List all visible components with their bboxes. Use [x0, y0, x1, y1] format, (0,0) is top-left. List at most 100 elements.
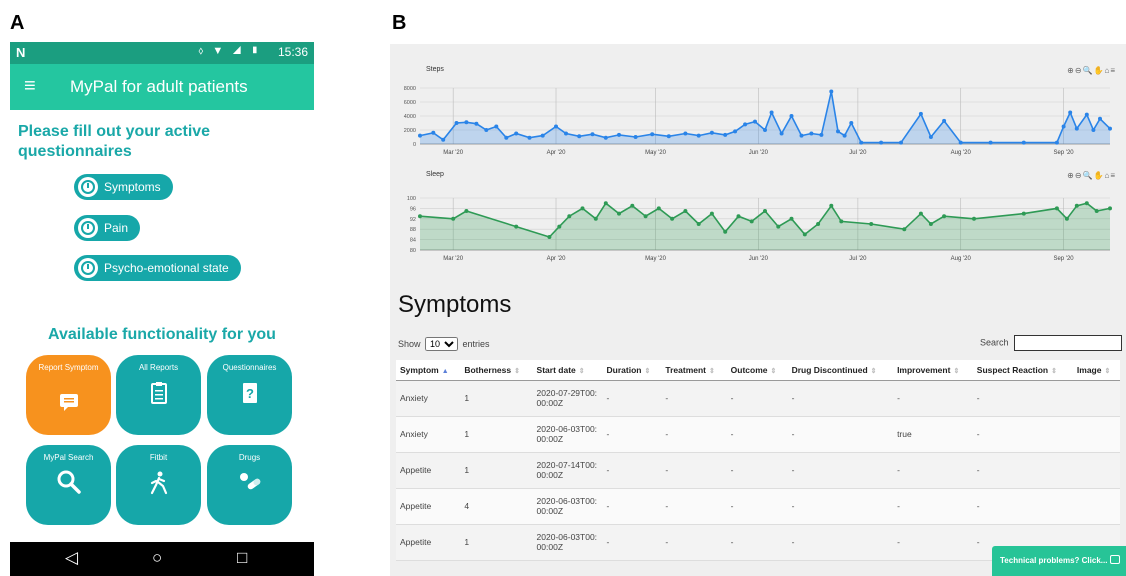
report-symptom-tile[interactable]: Report Symptom: [26, 355, 111, 435]
y-tick-label: 92: [410, 217, 416, 223]
data-point: [799, 133, 804, 138]
table-cell: 2020-06-03T00:00:00Z: [532, 524, 603, 561]
column-header[interactable]: Improvement ⇕: [893, 360, 973, 381]
functionality-heading: Available functionality for you: [48, 326, 276, 343]
y-tick-label: 6000: [404, 100, 416, 106]
data-point: [942, 214, 947, 219]
table-cell: 2020-06-03T00:00:00Z: [532, 416, 603, 453]
show-suffix: entries: [462, 339, 490, 349]
data-point: [918, 111, 923, 116]
column-header[interactable]: Outcome ⇕: [726, 360, 788, 381]
question-book-icon: ?: [207, 381, 292, 411]
mypal-search-tile[interactable]: MyPal Search: [26, 445, 111, 525]
column-header-label: Symptom: [400, 364, 439, 375]
table-row[interactable]: Anxiety 1 2020-06-03T00:00:00Z - - - - true -: [396, 416, 1120, 453]
data-point: [1108, 126, 1112, 131]
table-cell: -: [661, 452, 727, 489]
fitbit-tile[interactable]: Fitbit: [116, 445, 201, 525]
column-header[interactable]: Botherness ⇕: [460, 360, 533, 381]
drugs-tile[interactable]: Drugs: [207, 445, 292, 525]
table-cell: -: [893, 380, 973, 417]
data-point: [617, 132, 621, 137]
recent-apps-icon[interactable]: □: [237, 548, 247, 568]
column-header[interactable]: Drug Discontinued ⇕: [787, 360, 894, 381]
table-cell: -: [893, 452, 973, 489]
column-header[interactable]: Suspect Reaction ⇕: [972, 360, 1073, 381]
data-point: [454, 121, 459, 125]
x-tick-label: Sep '20: [1053, 256, 1074, 262]
sort-icon: ⇕: [953, 367, 960, 375]
data-point: [1084, 201, 1089, 206]
home-icon[interactable]: ○: [152, 548, 162, 568]
x-tick-label: Mar '20: [443, 256, 463, 262]
table-cell: true: [893, 416, 973, 453]
questionnaires-tile[interactable]: Questionnaires ?: [207, 355, 292, 435]
data-point: [1021, 211, 1026, 216]
column-header[interactable]: Symptom ▲: [396, 360, 461, 381]
walking-icon: [116, 471, 201, 501]
status-bar: N ⬨ ▼ ◢ ▮ 15:36: [10, 42, 314, 64]
data-point: [418, 214, 422, 219]
sleep-chart: 100 96 92 88 84 80 Mar '20 Apr '20 May '20 Jun '2…: [407, 196, 1112, 262]
data-point: [1021, 140, 1026, 145]
steps-chart-title: Steps: [426, 66, 444, 73]
data-point: [789, 216, 794, 221]
x-tick-label: May '20: [645, 150, 666, 156]
data-point: [842, 133, 847, 138]
tile-label: Fitbit: [149, 453, 168, 462]
data-point: [749, 219, 754, 224]
table-cell: 4: [460, 488, 533, 525]
column-header[interactable]: Image ⇕: [1072, 360, 1120, 381]
data-point: [899, 140, 903, 145]
table-cell: -: [602, 452, 662, 489]
table-cell: -: [602, 524, 662, 561]
data-point: [547, 235, 552, 239]
entries-select[interactable]: 10: [425, 337, 459, 351]
data-point: [859, 140, 864, 145]
table-cell: [1072, 452, 1120, 489]
table-row[interactable]: Appetite 1 2020-07-14T00:00:00Z - - - - - -: [396, 452, 1120, 489]
data-point: [1074, 203, 1079, 208]
data-point: [484, 128, 489, 132]
all-reports-tile[interactable]: All Reports: [116, 355, 201, 435]
data-point: [816, 222, 821, 226]
technical-problems-button[interactable]: Technical problems? Click...: [992, 546, 1126, 576]
table-cell: [1072, 488, 1120, 525]
data-point: [557, 224, 562, 229]
back-icon[interactable]: ◁: [65, 548, 78, 568]
data-point: [656, 206, 661, 211]
status-time: 15:36: [277, 45, 308, 59]
table-cell: -: [661, 416, 727, 453]
data-point: [839, 219, 844, 224]
data-point: [666, 134, 671, 139]
table-cell: -: [787, 488, 894, 525]
data-point: [1098, 116, 1102, 121]
table-body: Anxiety 1 2020-07-29T00:00:00Z - - - - - - Anxiet…: [396, 380, 1120, 561]
data-point: [902, 227, 907, 232]
sleep-chart-toolbar[interactable]: ⊕⊖🔍✋⌂≡: [1067, 171, 1116, 180]
column-header[interactable]: Duration ⇕: [602, 360, 662, 381]
sort-icon: ⇕: [770, 367, 777, 375]
column-header[interactable]: Treatment ⇕: [661, 360, 727, 381]
panel-label-a: A: [10, 12, 25, 34]
svg-text:?: ?: [246, 386, 254, 401]
hamburger-icon[interactable]: ≡: [24, 76, 36, 96]
data-point: [696, 133, 701, 138]
carrier-icon: N: [16, 45, 26, 60]
table-row[interactable]: Anxiety 1 2020-07-29T00:00:00Z - - - - - -: [396, 380, 1120, 417]
data-point: [769, 110, 774, 115]
search-input[interactable]: [1014, 335, 1123, 351]
symptoms-title: Symptoms: [398, 291, 512, 318]
table-row[interactable]: Appetite 4 2020-06-03T00:00:00Z - - - - - -: [396, 488, 1120, 525]
column-header-label: Treatment: [665, 364, 706, 375]
data-point: [958, 140, 963, 145]
table-cell: -: [661, 488, 727, 525]
questionnaire-psycho-button[interactable]: Psycho-emotional state: [74, 255, 241, 281]
table-cell: 1: [460, 416, 533, 453]
steps-chart-toolbar[interactable]: ⊕⊖🔍✋⌂≡: [1067, 66, 1116, 75]
questionnaire-pain-button[interactable]: Pain: [74, 215, 141, 241]
table-cell: -: [787, 524, 894, 561]
app-bar: ≡ MyPal for adult patients: [10, 64, 314, 110]
column-header[interactable]: Start date ⇕: [532, 360, 603, 381]
questionnaire-symptoms-button[interactable]: Symptoms: [74, 174, 173, 200]
